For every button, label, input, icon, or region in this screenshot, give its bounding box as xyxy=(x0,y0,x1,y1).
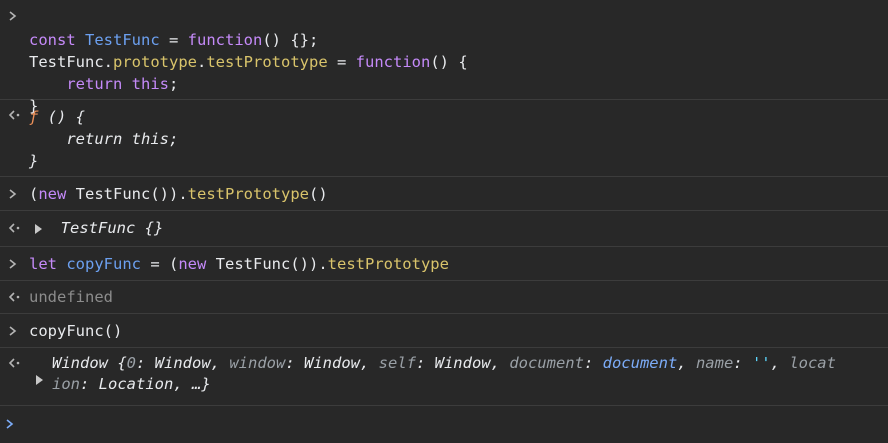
preview-key: ion xyxy=(52,375,80,393)
devtools-console: const TestFunc = function() {}; TestFunc… xyxy=(0,0,888,443)
identifier: TestFunc. xyxy=(29,53,113,71)
property: prototype xyxy=(113,53,197,71)
input-code: (new TestFunc()).testPrototype() xyxy=(29,183,328,205)
undefined-value: undefined xyxy=(29,288,113,306)
punct: = ( xyxy=(141,255,179,273)
keyword: function xyxy=(355,53,431,71)
preview-key: name xyxy=(695,354,734,372)
punct: = xyxy=(159,31,188,49)
output-return-icon xyxy=(8,357,24,369)
identifier: TestFunc xyxy=(85,31,160,49)
punct: () {}; xyxy=(262,31,319,49)
keyword: return xyxy=(66,75,123,93)
object-preview[interactable]: TestFunc {} xyxy=(35,217,163,239)
function-line: return this; xyxy=(29,130,179,148)
punct: () xyxy=(309,185,328,203)
console-input-entry: const TestFunc = function() {}; TestFunc… xyxy=(0,0,888,115)
method: testPrototype xyxy=(327,255,449,273)
preview-key: locat xyxy=(789,354,836,372)
input-chevron-icon xyxy=(8,10,24,22)
punct: = xyxy=(327,53,356,71)
function-line: } xyxy=(29,152,39,170)
punct: () { xyxy=(430,53,468,71)
input-code: copyFunc() xyxy=(29,322,123,340)
code-line: const TestFunc = function() {}; xyxy=(29,31,318,49)
preview-text: Window { xyxy=(52,354,127,372)
console-output-entry: undefined xyxy=(0,281,888,314)
property: testPrototype xyxy=(206,53,328,71)
punct: . xyxy=(178,185,188,203)
console-input-entry: (new TestFunc()).testPrototype() xyxy=(0,177,888,211)
preview-key: 0 xyxy=(126,354,136,372)
window-object-preview[interactable]: Window {0: Window, window: Window, self:… xyxy=(52,353,836,395)
keyword: let xyxy=(29,255,57,273)
identifier: TestFunc()) xyxy=(66,185,179,203)
console-prompt[interactable] xyxy=(0,406,888,443)
object-preview-text: TestFunc {} xyxy=(60,219,164,237)
keyword: new xyxy=(178,255,207,273)
identifier: copyFunc xyxy=(66,255,141,273)
expand-triangle-icon[interactable] xyxy=(35,223,42,234)
preview-key: self xyxy=(378,354,416,372)
expand-triangle-icon[interactable] xyxy=(36,370,43,388)
code-line: TestFunc.prototype.testPrototype = funct… xyxy=(29,53,468,71)
console-output-entry: ƒ () { return this; } xyxy=(0,100,888,177)
punct: ( xyxy=(29,185,39,203)
preview-text: : Window, xyxy=(136,354,230,372)
preview-string: '' xyxy=(751,354,771,372)
punct: ; xyxy=(169,75,179,93)
function-glyph: ƒ xyxy=(29,108,39,126)
preview-text: , xyxy=(677,354,696,372)
console-input-entry: copyFunc() xyxy=(0,314,888,348)
output-return-icon xyxy=(8,109,24,121)
identifier: TestFunc()) xyxy=(206,255,319,273)
punct: . xyxy=(318,255,328,273)
prompt-chevron-icon xyxy=(5,418,21,430)
method: testPrototype xyxy=(187,185,309,203)
output-return-icon xyxy=(8,291,24,303)
keyword: const xyxy=(29,31,76,49)
console-output-entry: Window {0: Window, window: Window, self:… xyxy=(0,348,888,406)
code-line: return this; xyxy=(29,75,178,93)
preview-text: : Window, xyxy=(285,354,379,372)
keyword: function xyxy=(187,31,263,49)
preview-text: , xyxy=(770,354,790,372)
preview-text: : Window, xyxy=(415,354,510,372)
input-chevron-icon xyxy=(8,258,24,270)
output-return-icon xyxy=(8,222,24,234)
console-input-entry: let copyFunc = (new TestFunc()).testProt… xyxy=(0,247,888,281)
preview-text: : Location, …} xyxy=(80,375,211,393)
preview-text: : xyxy=(733,354,752,372)
preview-key: document xyxy=(509,354,584,372)
keyword: this xyxy=(131,75,169,93)
input-chevron-icon xyxy=(8,325,24,337)
input-code: let copyFunc = (new TestFunc()).testProt… xyxy=(29,253,449,275)
console-output-entry: TestFunc {} xyxy=(0,211,888,247)
triangle-shape xyxy=(36,374,43,385)
punct: . xyxy=(197,53,207,71)
keyword: new xyxy=(38,185,67,203)
function-output[interactable]: ƒ () { return this; } xyxy=(29,106,178,172)
function-line: () { xyxy=(38,108,86,126)
preview-text: : xyxy=(583,354,603,372)
preview-node: document xyxy=(602,354,678,372)
input-chevron-icon xyxy=(8,188,24,200)
preview-key: window xyxy=(229,354,286,372)
